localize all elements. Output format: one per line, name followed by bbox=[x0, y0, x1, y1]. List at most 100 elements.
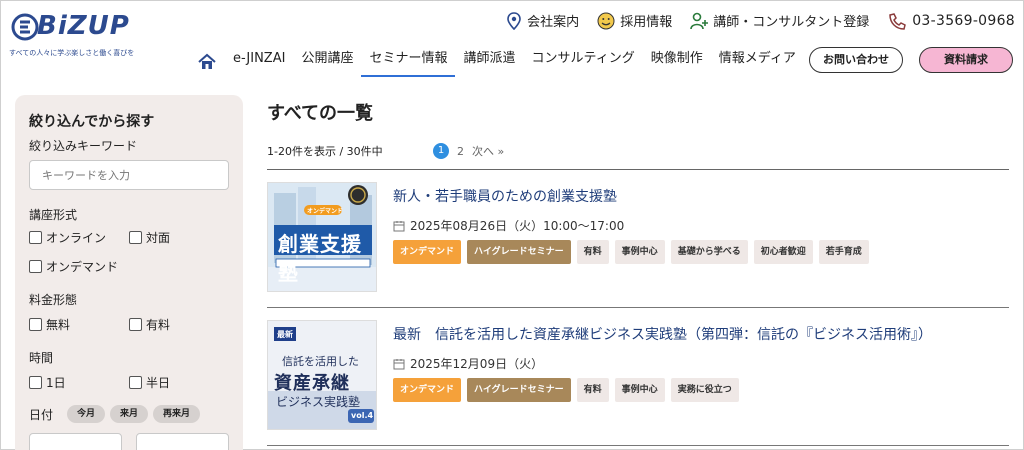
checkbox-box[interactable] bbox=[29, 260, 42, 273]
list-item: オンデマンド 創業支援塾 新人・若手職員のための創業支援塾 2025年08月26… bbox=[267, 170, 1009, 308]
checkbox-box[interactable] bbox=[129, 376, 142, 389]
thumbnail-vol: vol.4 bbox=[351, 411, 374, 420]
tag-paid[interactable]: 有料 bbox=[576, 378, 609, 402]
date-to-input[interactable] bbox=[136, 433, 229, 450]
calendar-icon bbox=[393, 220, 405, 231]
keyword-input[interactable] bbox=[29, 160, 229, 190]
thumbnail-badge: 最新 bbox=[277, 330, 293, 339]
format-label: 講座形式 bbox=[29, 208, 78, 222]
checkbox-box[interactable] bbox=[29, 376, 42, 389]
thumbnail-line-1: 信託を活用した bbox=[282, 355, 359, 368]
logo-text: BiZUP bbox=[37, 11, 130, 41]
tag-beginner[interactable]: 初心者歓迎 bbox=[753, 240, 813, 264]
checkbox-label: オンライン bbox=[46, 231, 107, 245]
smiley-icon bbox=[597, 12, 615, 29]
tag-paid[interactable]: 有料 bbox=[576, 240, 609, 264]
seminar-title[interactable]: 新人・若手職員のための創業支援塾 bbox=[393, 186, 617, 206]
seminar-date-text: 2025年08月26日（火）10:00～17:00 bbox=[410, 219, 625, 233]
date-from-input[interactable] bbox=[29, 433, 122, 450]
seminar-date-text: 2025年12月09日（火） bbox=[410, 357, 544, 371]
checkbox-box[interactable] bbox=[29, 231, 42, 244]
register-link-label: 講師・コンサルタント登録 bbox=[713, 15, 870, 30]
request-materials-button[interactable]: 資料請求 bbox=[919, 47, 1013, 73]
nav-item-ejinzai[interactable]: e-JINZAI bbox=[225, 47, 293, 77]
add-user-icon bbox=[690, 12, 709, 29]
checkbox-box[interactable] bbox=[129, 318, 142, 331]
format-ondemand-checkbox[interactable]: オンデマンド bbox=[29, 258, 139, 275]
pagination: 1 2 次へ » bbox=[433, 143, 504, 159]
filter-title: 絞り込んでから探す bbox=[29, 114, 155, 130]
date-month-after-next-pill[interactable]: 再来月 bbox=[153, 405, 201, 423]
tag-list: オンデマンド ハイグレードセミナー 有料 事例中心 実務に役立つ bbox=[393, 378, 739, 402]
tag-basics[interactable]: 基礎から学べる bbox=[670, 240, 748, 264]
nav-item-consulting[interactable]: コンサルティング bbox=[524, 47, 643, 77]
company-link-label: 会社案内 bbox=[527, 15, 580, 30]
checkbox-box[interactable] bbox=[29, 318, 42, 331]
tag-case-study[interactable]: 事例中心 bbox=[614, 240, 665, 264]
tag-list: オンデマンド ハイグレードセミナー 有料 事例中心 基礎から学べる 初心者歓迎 … bbox=[393, 240, 869, 264]
main-nav: e-JINZAI 公開講座 セミナー情報 講師派遣 コンサルティング 映像制作 … bbox=[197, 47, 804, 77]
recruit-link-label: 採用情報 bbox=[620, 15, 673, 30]
result-count: 1-20件を表示 / 30件中 bbox=[267, 145, 383, 158]
nav-item-seminar-info[interactable]: セミナー情報 bbox=[361, 47, 456, 77]
thumbnail-badge: オンデマンド bbox=[307, 208, 344, 215]
seminar-date: 2025年08月26日（火）10:00～17:00 bbox=[393, 217, 624, 234]
page-title: すべての一覧 bbox=[267, 103, 374, 124]
format-online-checkbox[interactable]: オンライン bbox=[29, 229, 129, 246]
phone-icon bbox=[889, 12, 907, 30]
tag-practical[interactable]: 実務に役立つ bbox=[670, 378, 739, 402]
tag-ondemand[interactable]: オンデマンド bbox=[393, 378, 462, 402]
page-1-current[interactable]: 1 bbox=[433, 143, 449, 159]
fee-free-checkbox[interactable]: 無料 bbox=[29, 316, 129, 333]
logo[interactable]: BiZUP すべての人々に学ぶ楽しさと働く喜びを bbox=[9, 9, 159, 59]
time-fullday-checkbox[interactable]: 1日 bbox=[29, 374, 129, 391]
date-label: 日付 bbox=[29, 407, 54, 422]
fee-paid-checkbox[interactable]: 有料 bbox=[129, 316, 229, 333]
tag-case-study[interactable]: 事例中心 bbox=[614, 378, 665, 402]
date-next-month-pill[interactable]: 来月 bbox=[110, 405, 149, 423]
thumbnail-line-2: 資産承継 bbox=[274, 373, 350, 394]
nav-item-info-media[interactable]: 情報メディア bbox=[711, 47, 804, 77]
date-this-month-pill[interactable]: 今月 bbox=[67, 405, 106, 423]
checkbox-label: 対面 bbox=[146, 231, 171, 245]
checkbox-label: 無料 bbox=[46, 318, 71, 332]
contact-button[interactable]: お問い合わせ bbox=[809, 47, 903, 73]
nav-item-instructor-dispatch[interactable]: 講師派遣 bbox=[455, 47, 523, 77]
phone-link[interactable]: 03-3569-0968 bbox=[887, 12, 1015, 30]
top-links: 会社案内 採用情報 講師・コンサルタント登録 03-3569-0968 bbox=[506, 11, 1015, 30]
page-2-link[interactable]: 2 bbox=[457, 145, 464, 158]
company-link[interactable]: 会社案内 bbox=[506, 11, 579, 30]
time-label: 時間 bbox=[29, 351, 54, 365]
seminar-thumbnail[interactable]: オンデマンド 創業支援塾 bbox=[267, 182, 377, 292]
logo-tagline: すべての人々に学ぶ楽しさと働く喜びを bbox=[9, 49, 135, 57]
list-meta: 1-20件を表示 / 30件中 1 2 次へ » bbox=[267, 143, 1009, 161]
register-link[interactable]: 講師・コンサルタント登録 bbox=[690, 11, 869, 30]
time-halfday-checkbox[interactable]: 半日 bbox=[129, 374, 229, 391]
tag-high-grade[interactable]: ハイグレードセミナー bbox=[467, 240, 571, 264]
fee-label: 料金形態 bbox=[29, 293, 78, 307]
nav-item-video-production[interactable]: 映像制作 bbox=[643, 47, 711, 77]
thumbnail-title: 創業支援塾 bbox=[278, 232, 362, 285]
format-inperson-checkbox[interactable]: 対面 bbox=[129, 229, 229, 246]
recruit-link[interactable]: 採用情報 bbox=[597, 11, 672, 30]
logo-mark-icon bbox=[11, 13, 39, 41]
keyword-label: 絞り込みキーワード bbox=[29, 139, 138, 153]
checkbox-label: オンデマンド bbox=[46, 260, 119, 274]
phone-number: 03-3569-0968 bbox=[912, 12, 1015, 29]
checkbox-box[interactable] bbox=[129, 231, 142, 244]
tag-high-grade[interactable]: ハイグレードセミナー bbox=[467, 378, 571, 402]
list-item: 最新 信託を活用した 資産承継 ビジネス実践塾 vol.4 最新 信託を活用した… bbox=[267, 308, 1009, 446]
seminar-title[interactable]: 最新 信託を活用した資産承継ビジネス実践塾（第四弾：信託の『ビジネス活用術』） bbox=[393, 324, 932, 344]
seminar-thumbnail[interactable]: 最新 信託を活用した 資産承継 ビジネス実践塾 vol.4 bbox=[267, 320, 377, 430]
tag-ondemand[interactable]: オンデマンド bbox=[393, 240, 462, 264]
checkbox-label: 1日 bbox=[46, 376, 66, 390]
seminar-date: 2025年12月09日（火） bbox=[393, 355, 543, 372]
checkbox-label: 半日 bbox=[146, 376, 171, 390]
next-page-link[interactable]: 次へ » bbox=[472, 143, 504, 159]
nav-item-public-courses[interactable]: 公開講座 bbox=[293, 47, 361, 77]
tag-young-staff[interactable]: 若手育成 bbox=[818, 240, 869, 264]
seminar-list: すべての一覧 1-20件を表示 / 30件中 1 2 次へ » オンデマンド 創… bbox=[267, 95, 1009, 446]
site-header: BiZUP すべての人々に学ぶ楽しさと働く喜びを 会社案内 採用情報 講師・コン… bbox=[1, 1, 1023, 81]
filter-sidebar: 絞り込んでから探す 絞り込みキーワード 講座形式 オンライン 対面 オンデマンド… bbox=[15, 95, 243, 450]
home-icon[interactable] bbox=[197, 52, 217, 72]
